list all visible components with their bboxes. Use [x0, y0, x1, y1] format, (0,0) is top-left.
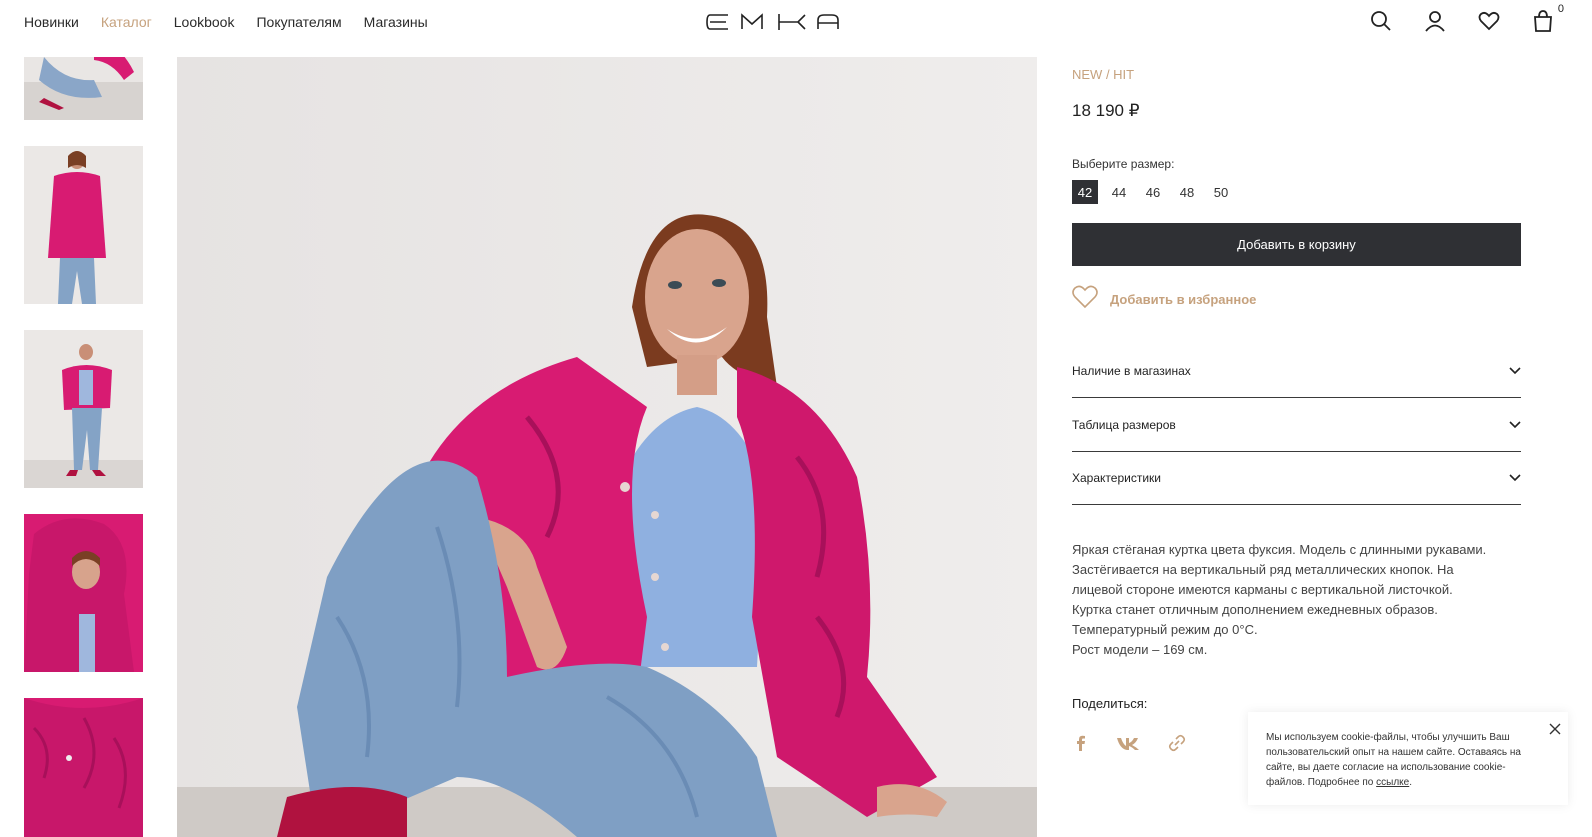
cart-count-badge: 0 [1557, 3, 1564, 15]
wishlist-icon[interactable] [1478, 10, 1500, 32]
description-line: Застёгивается на вертикальный ряд металл… [1072, 562, 1454, 577]
size-option-42[interactable]: 42 [1072, 180, 1098, 204]
product-description: Яркая стёганая куртка цвета фуксия. Моде… [1072, 540, 1532, 660]
cookie-text: Мы используем cookie-файлы, чтобы улучши… [1266, 732, 1521, 788]
size-selector: 42 44 46 48 50 [1072, 180, 1234, 204]
description-line: Рост модели – 169 см. [1072, 642, 1208, 657]
description-line: Яркая стёганая куртка цвета фуксия. Моде… [1072, 542, 1487, 557]
chevron-down-icon [1509, 364, 1521, 378]
nav-item-lookbook[interactable]: Lookbook [174, 14, 235, 30]
description-line: Куртка станет отличным дополнением ежедн… [1072, 602, 1438, 617]
heart-icon [1072, 285, 1098, 314]
facebook-icon[interactable] [1072, 734, 1090, 752]
chevron-down-icon [1509, 471, 1521, 485]
cookie-policy-link[interactable]: ссылке [1376, 777, 1409, 788]
accordion-size-chart[interactable]: Таблица размеров [1072, 398, 1521, 452]
size-option-50[interactable]: 50 [1208, 180, 1234, 204]
description-line: лицевой стороне имеются карманы с вертик… [1072, 582, 1453, 597]
thumbnail-gallery [24, 0, 144, 837]
cookie-banner: Мы используем cookie-файлы, чтобы улучши… [1248, 712, 1568, 805]
accordion-characteristics[interactable]: Характеристики [1072, 451, 1521, 505]
description-line: Температурный режим до 0°С. [1072, 622, 1258, 637]
nav-item-customers[interactable]: Покупателям [256, 14, 341, 30]
account-icon[interactable] [1424, 10, 1445, 32]
accordion-store-availability[interactable]: Наличие в магазинах [1072, 344, 1521, 398]
close-icon[interactable] [1548, 722, 1562, 736]
vk-icon[interactable] [1116, 734, 1142, 752]
nav-item-new[interactable]: Новинки [24, 14, 79, 30]
link-icon[interactable] [1168, 734, 1186, 752]
product-price: 18 190 ₽ [1072, 101, 1140, 120]
favorites-label: Добавить в избранное [1110, 292, 1257, 307]
search-icon[interactable] [1370, 10, 1391, 32]
size-option-44[interactable]: 44 [1106, 180, 1132, 204]
share-label: Поделиться: [1072, 696, 1148, 711]
product-thumbnail[interactable] [24, 330, 143, 488]
emka-logo[interactable] [706, 12, 840, 32]
cart-icon[interactable]: 0 [1532, 3, 1564, 32]
share-links [1072, 734, 1186, 752]
site-header: Новинки Каталог Lookbook Покупателям Маг… [0, 0, 1592, 57]
accordion-label: Наличие в магазинах [1072, 363, 1191, 378]
header-icons: 0 [1370, 3, 1564, 32]
accordion-label: Характеристики [1072, 470, 1161, 485]
product-thumbnail[interactable] [24, 514, 143, 672]
size-label: Выберите размер: [1072, 157, 1175, 171]
product-tag: NEW / HIT [1072, 67, 1135, 82]
chevron-down-icon [1509, 418, 1521, 432]
accordion-label: Таблица размеров [1072, 417, 1176, 432]
size-option-48[interactable]: 48 [1174, 180, 1200, 204]
main-nav: Новинки Каталог Lookbook Покупателям Маг… [24, 14, 428, 30]
product-main-photo[interactable] [177, 57, 1037, 837]
size-option-46[interactable]: 46 [1140, 180, 1166, 204]
add-to-cart-button[interactable]: Добавить в корзину [1072, 223, 1521, 266]
nav-item-catalog[interactable]: Каталог [101, 14, 152, 30]
product-thumbnail[interactable] [24, 698, 143, 837]
add-to-favorites-button[interactable]: Добавить в избранное [1072, 285, 1256, 314]
product-thumbnail[interactable] [24, 146, 143, 304]
nav-item-stores[interactable]: Магазины [364, 14, 428, 30]
